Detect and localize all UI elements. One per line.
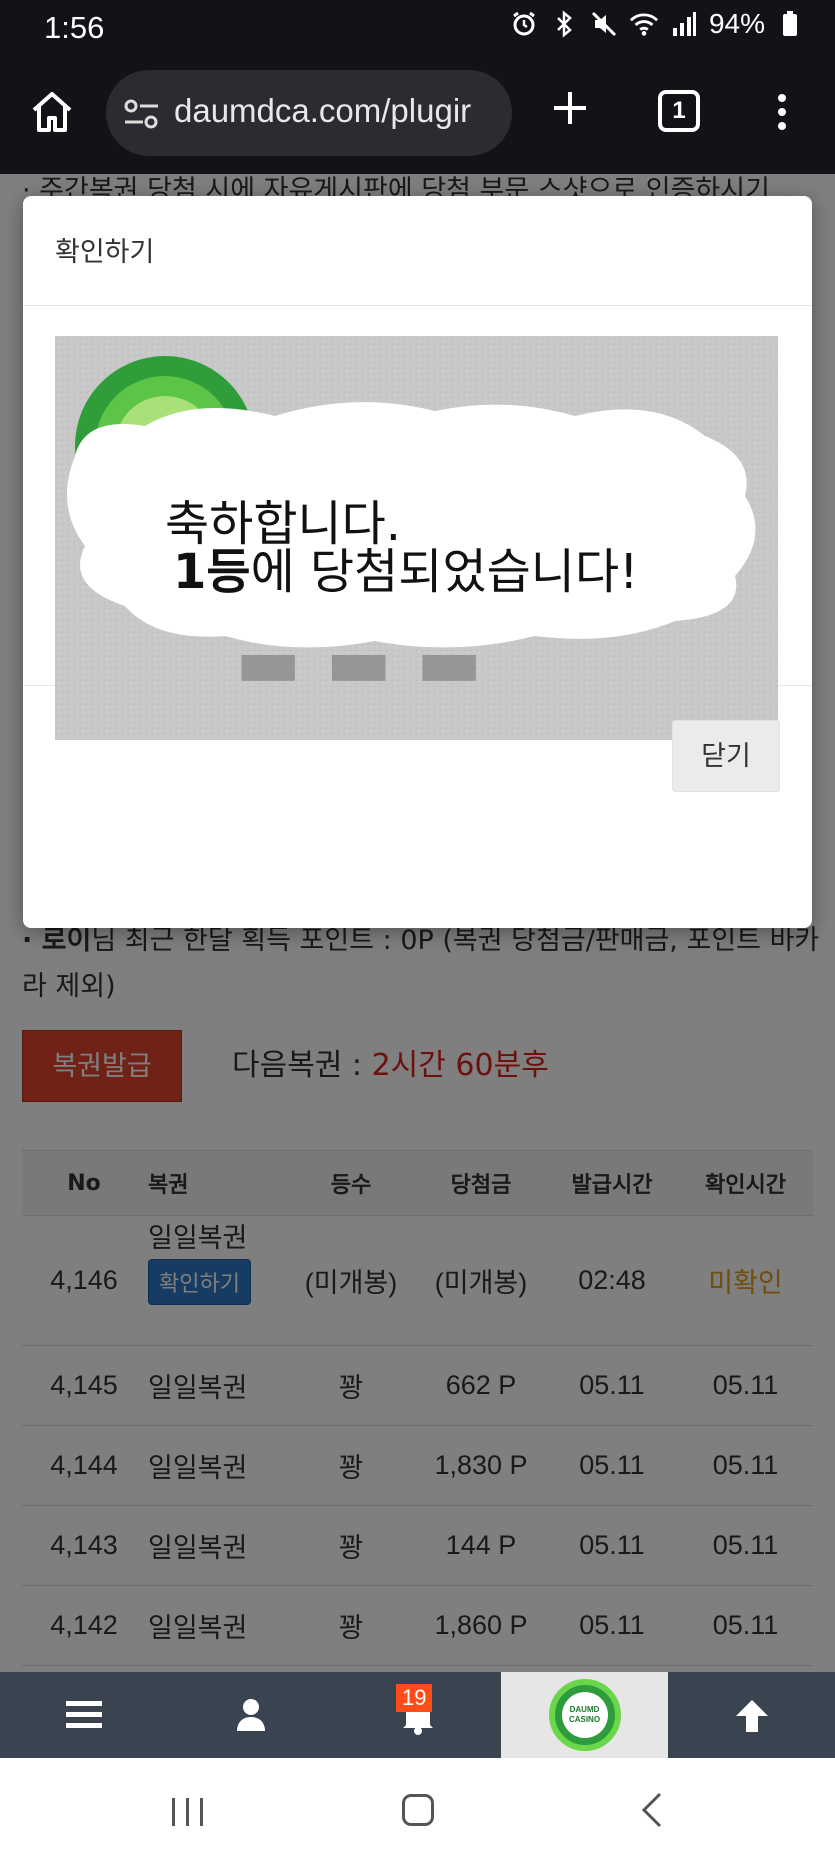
prize-result-text: 1등에 당첨되었습니다! bbox=[173, 532, 638, 602]
url-text: daumdca.com/plugir bbox=[174, 92, 472, 129]
prize-rank: 1등 bbox=[173, 544, 251, 600]
mute-icon bbox=[589, 9, 619, 39]
new-tab-icon[interactable] bbox=[548, 86, 592, 130]
recents-icon[interactable] bbox=[170, 1796, 206, 1832]
bluetooth-icon bbox=[549, 9, 579, 39]
modal-body: ▬ ▬ ▬ ▬ ▬ ▬ 축하합니다. 1등에 당첨되었습니다! bbox=[23, 306, 812, 740]
home-icon[interactable] bbox=[28, 88, 76, 136]
status-time: 1:56 bbox=[44, 10, 105, 45]
tab-switcher-button[interactable]: 1 bbox=[658, 90, 700, 132]
casino-logo: DAUMD CASINO bbox=[548, 1679, 621, 1751]
status-bar: 1:56 94% bbox=[0, 0, 835, 56]
user-icon[interactable] bbox=[167, 1672, 334, 1758]
close-button[interactable]: 닫기 bbox=[672, 720, 780, 792]
hamburger-menu-icon[interactable] bbox=[0, 1672, 167, 1758]
notification-badge: 19 bbox=[396, 1684, 433, 1712]
notification-bell-icon[interactable]: 19 bbox=[334, 1672, 501, 1758]
address-bar[interactable]: daumdca.com/plugir bbox=[106, 70, 512, 156]
site-bottom-nav: 19 DAUMD CASINO bbox=[0, 1672, 835, 1758]
casino-logo-text: DAUMD CASINO bbox=[561, 1692, 608, 1738]
battery-icon bbox=[775, 9, 805, 39]
modal-title: 확인하기 bbox=[55, 237, 155, 268]
scroll-top-arrow-icon[interactable] bbox=[668, 1672, 835, 1758]
browser-toolbar: daumdca.com/plugir 1 bbox=[0, 56, 835, 174]
confirm-modal: 확인하기 ▬ ▬ ▬ ▬ ▬ ▬ bbox=[23, 196, 812, 928]
signal-icon bbox=[669, 9, 699, 39]
casino-logo-button[interactable]: DAUMD CASINO bbox=[501, 1672, 668, 1758]
alarm-icon bbox=[509, 9, 539, 39]
wifi-icon bbox=[629, 9, 659, 39]
back-icon[interactable] bbox=[640, 1792, 664, 1832]
system-nav-bar bbox=[0, 1758, 835, 1862]
home-nav-icon[interactable] bbox=[402, 1794, 434, 1826]
prize-result-image: ▬ ▬ ▬ ▬ ▬ ▬ 축하합니다. 1등에 당첨되었습니다! bbox=[55, 336, 778, 740]
prize-result-rest: 에 당첨되었습니다! bbox=[250, 544, 639, 600]
modal-footer: 닫기 bbox=[23, 686, 812, 826]
battery-percent: 94% bbox=[708, 8, 765, 39]
status-icons: 94% bbox=[509, 8, 805, 40]
site-settings-icon[interactable] bbox=[122, 97, 162, 131]
more-menu-icon[interactable] bbox=[770, 90, 794, 134]
modal-header: 확인하기 bbox=[23, 196, 812, 306]
